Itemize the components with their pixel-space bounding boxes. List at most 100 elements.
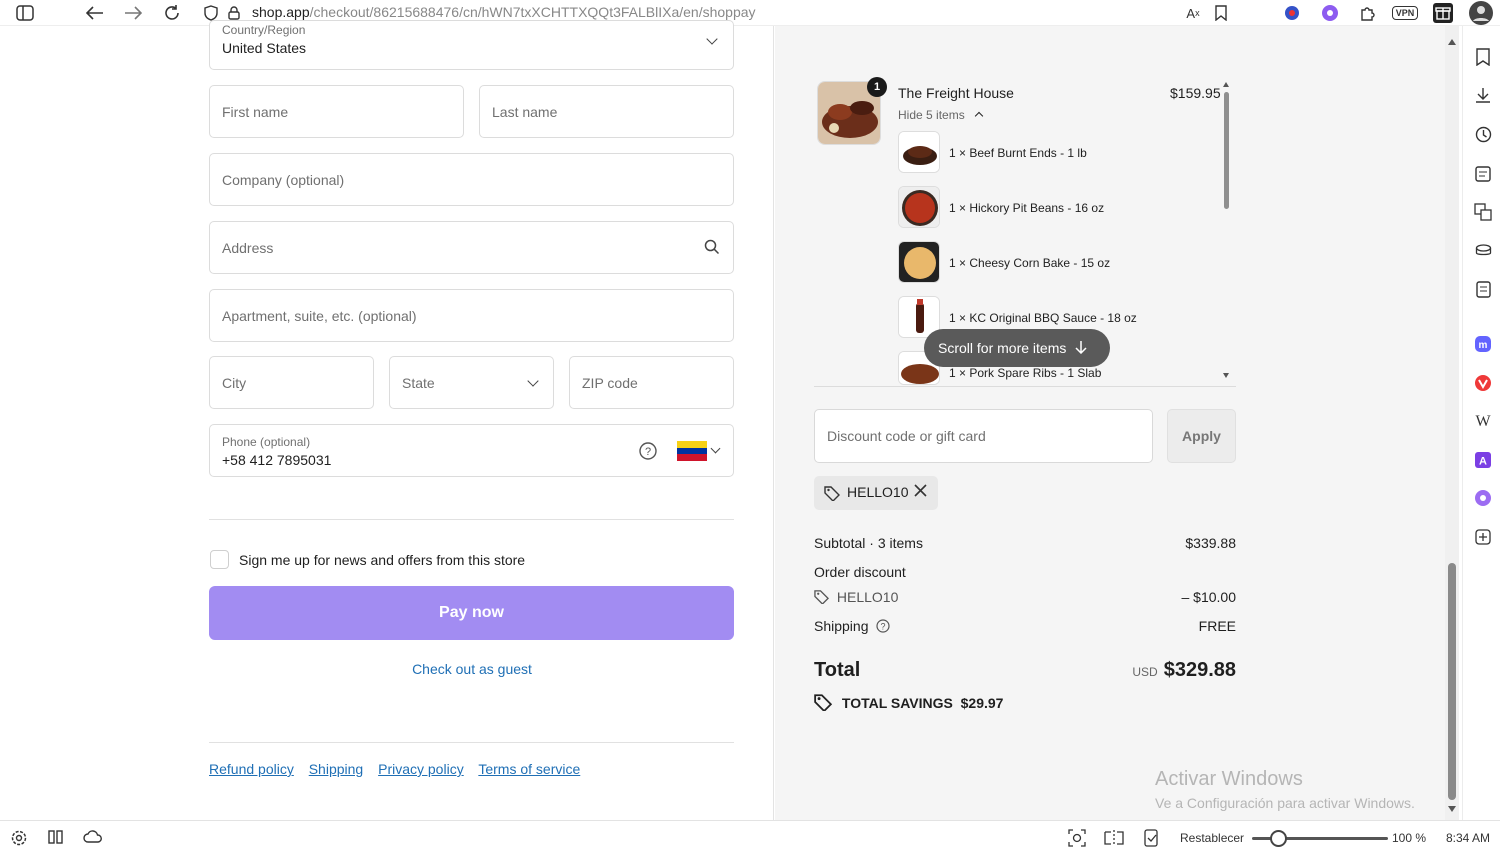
chevron-up-icon bbox=[974, 111, 984, 121]
cloud-sync-icon[interactable] bbox=[83, 829, 103, 848]
extension-purple-icon[interactable] bbox=[1472, 487, 1494, 509]
terms-of-service-link[interactable]: Terms of service bbox=[478, 761, 580, 777]
last-name-field[interactable]: Last name bbox=[479, 85, 734, 138]
chevron-down-icon bbox=[527, 375, 539, 387]
product-price: $159.95 bbox=[1170, 85, 1221, 101]
bookmark-icon[interactable] bbox=[1210, 2, 1232, 24]
country-value: United States bbox=[222, 40, 307, 56]
tag-icon bbox=[814, 693, 833, 714]
wikipedia-icon[interactable]: W bbox=[1472, 411, 1494, 433]
refund-policy-link[interactable]: Refund policy bbox=[209, 761, 294, 777]
policy-links: Refund policy Shipping Privacy policy Te… bbox=[209, 761, 591, 777]
search-icon[interactable] bbox=[704, 239, 720, 260]
zoom-slider-knob[interactable] bbox=[1270, 830, 1287, 847]
item-line: 1 × Hickory Pit Beans - 16 oz bbox=[949, 201, 1105, 215]
app-a-icon[interactable]: A bbox=[1472, 449, 1494, 471]
shipping-row: Shipping ? FREE bbox=[814, 618, 1236, 636]
chevron-down-icon[interactable] bbox=[710, 443, 721, 454]
apartment-field[interactable]: Apartment, suite, etc. (optional) bbox=[209, 289, 734, 342]
quantity-badge: 1 bbox=[867, 77, 887, 97]
shipping-label: Shipping bbox=[814, 618, 869, 634]
discount-input[interactable]: Discount code or gift card bbox=[814, 409, 1153, 463]
pay-now-button[interactable]: Pay now bbox=[209, 586, 734, 640]
mastodon-icon[interactable]: m bbox=[1472, 333, 1494, 355]
settings-gear-icon[interactable] bbox=[10, 829, 28, 850]
remove-code-icon[interactable] bbox=[914, 484, 927, 500]
tiling-icon[interactable] bbox=[48, 829, 64, 848]
translate-panel-icon[interactable] bbox=[1472, 201, 1494, 223]
country-select[interactable]: Country/Region United States bbox=[209, 20, 734, 70]
shipping-policy-link[interactable]: Shipping bbox=[309, 761, 364, 777]
discount-code-label: HELLO10 bbox=[836, 589, 899, 605]
venezuela-flag-icon[interactable] bbox=[677, 441, 707, 466]
forward-icon[interactable] bbox=[122, 2, 144, 24]
extension-bug-icon[interactable] bbox=[1281, 2, 1303, 24]
svg-text:?: ? bbox=[881, 622, 886, 632]
item-line: 1 × Cheesy Corn Bake - 15 oz bbox=[949, 256, 1111, 270]
browser-side-panel: m W A bbox=[1462, 26, 1500, 820]
first-name-field[interactable]: First name bbox=[209, 85, 464, 138]
scroll-more-items-button[interactable]: Scroll for more items bbox=[924, 329, 1110, 367]
add-panel-icon[interactable] bbox=[1472, 526, 1494, 548]
page-scrollbar-thumb[interactable] bbox=[1448, 563, 1456, 800]
order-discount-row: Order discount bbox=[814, 564, 1236, 580]
state-placeholder: State bbox=[402, 374, 435, 391]
extensions-puzzle-icon[interactable] bbox=[1357, 2, 1379, 24]
page-actions-icon[interactable] bbox=[1142, 829, 1160, 850]
zoom-reset-button[interactable]: Restablecer bbox=[1180, 831, 1244, 845]
hide-items-toggle[interactable]: Hide 5 items bbox=[898, 108, 984, 122]
watermark-title: Activar Windows bbox=[1155, 768, 1303, 790]
help-circle-icon[interactable]: ? bbox=[639, 442, 657, 465]
city-placeholder: City bbox=[222, 374, 247, 391]
newsletter-checkbox[interactable] bbox=[210, 550, 229, 569]
phone-label: Phone (optional) bbox=[222, 435, 311, 449]
item-line: 1 × Pork Spare Ribs - 1 Slab bbox=[949, 366, 1102, 380]
items-scrollbar-thumb[interactable] bbox=[1224, 92, 1229, 209]
extension-purple-icon[interactable] bbox=[1319, 2, 1341, 24]
zip-field[interactable]: ZIP code bbox=[569, 356, 734, 409]
total-amount: $329.88 bbox=[1163, 659, 1236, 681]
capture-icon[interactable] bbox=[1068, 829, 1086, 850]
company-placeholder: Company (optional) bbox=[222, 171, 345, 188]
applied-code-chip: HELLO10 bbox=[814, 476, 938, 510]
address-bar[interactable]: shop.app/checkout/86215688476/cn/hWN7txX… bbox=[252, 4, 756, 20]
subtotal-row: Subtotal · 3 items $339.88 bbox=[814, 535, 1236, 551]
history-icon[interactable] bbox=[1472, 123, 1494, 145]
vivaldi-icon[interactable] bbox=[1472, 372, 1494, 394]
apply-button[interactable]: Apply bbox=[1167, 409, 1236, 463]
svg-text:?: ? bbox=[645, 446, 651, 458]
back-icon[interactable] bbox=[84, 2, 106, 24]
privacy-policy-link[interactable]: Privacy policy bbox=[378, 761, 464, 777]
reading-icon[interactable] bbox=[1472, 239, 1494, 261]
footer-divider bbox=[209, 742, 734, 743]
item-thumb-corn-bake bbox=[898, 241, 940, 283]
windows-activation-watermark: Activar Windows Ve a Configuración para … bbox=[1155, 768, 1415, 811]
company-field[interactable]: Company (optional) bbox=[209, 153, 734, 206]
downloads-icon[interactable] bbox=[1472, 84, 1494, 106]
reload-icon[interactable] bbox=[161, 2, 183, 24]
notes-icon[interactable] bbox=[1472, 162, 1494, 184]
newsletter-label[interactable]: Sign me up for news and offers from this… bbox=[239, 552, 525, 568]
hide-items-label: Hide 5 items bbox=[898, 108, 965, 122]
scroll-more-label: Scroll for more items bbox=[938, 340, 1067, 356]
sidebar-toggle-icon[interactable] bbox=[14, 2, 36, 24]
address-field[interactable]: Address bbox=[209, 221, 734, 274]
bookmarks-icon[interactable] bbox=[1472, 46, 1494, 68]
browser-statusbar: Restablecer 100 % 8:34 AM bbox=[0, 820, 1500, 852]
profile-avatar-icon[interactable] bbox=[1468, 0, 1494, 26]
apartment-placeholder: Apartment, suite, etc. (optional) bbox=[222, 307, 417, 324]
translate-icon[interactable]: Ax bbox=[1182, 2, 1204, 24]
gift-icon[interactable] bbox=[1432, 2, 1454, 24]
subtotal-label: Subtotal · 3 items bbox=[814, 535, 923, 551]
discount-code-row: HELLO10 – $10.00 bbox=[814, 589, 1236, 607]
phone-field[interactable]: Phone (optional) +58 412 7895031 ? bbox=[209, 424, 734, 477]
page-tiling-icon[interactable] bbox=[1104, 829, 1124, 850]
help-circle-icon[interactable]: ? bbox=[876, 619, 890, 636]
tag-icon bbox=[824, 485, 840, 504]
reading-list-icon[interactable] bbox=[1472, 278, 1494, 300]
city-field[interactable]: City bbox=[209, 356, 374, 409]
address-placeholder: Address bbox=[222, 239, 274, 256]
country-label: Country/Region bbox=[222, 23, 306, 37]
state-select[interactable]: State bbox=[389, 356, 554, 409]
vpn-icon[interactable]: VPN bbox=[1390, 2, 1420, 24]
